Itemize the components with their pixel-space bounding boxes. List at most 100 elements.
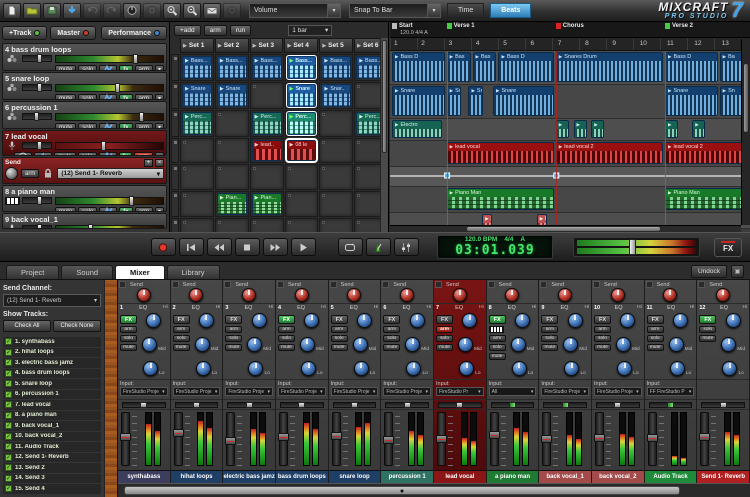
mute-button[interactable]: mute — [55, 207, 76, 212]
fx-button[interactable]: FX — [225, 315, 242, 324]
add-send-icon[interactable]: + — [144, 159, 153, 167]
send-channel-select[interactable]: (12) Send 1- Reverb▾ — [3, 294, 101, 307]
fx-button[interactable]: FX — [647, 315, 664, 324]
track-pan-slider[interactable] — [22, 113, 52, 120]
arm-button[interactable]: arm — [383, 326, 400, 333]
eq-mid-knob[interactable] — [300, 337, 315, 352]
mute-button[interactable]: mute — [489, 353, 506, 360]
track-check-item[interactable]: ✓14. Send 3 — [3, 474, 101, 484]
eq-lo-knob[interactable] — [722, 361, 737, 376]
eq-lo-knob[interactable] — [564, 361, 579, 376]
mute-button[interactable]: mute — [594, 344, 611, 351]
grid-clip[interactable]: ▶Bass... — [321, 56, 351, 79]
timeline-horizontal-scrollbar[interactable] — [390, 225, 741, 232]
row-stop-button[interactable] — [171, 110, 179, 137]
track-check-item[interactable]: ✓10. back vocal_2 — [3, 432, 101, 442]
snap-select[interactable]: Snap To Bar ▾ — [349, 3, 441, 18]
record-button[interactable] — [151, 238, 176, 256]
automation-icon[interactable] — [99, 152, 117, 156]
eq-mid-knob[interactable] — [511, 337, 526, 352]
checkbox-checked-icon[interactable]: ✓ — [5, 391, 12, 398]
grid-clip[interactable]: ▶Snare — [182, 84, 212, 107]
track-row[interactable]: 9 back vocal_1mutesolofxarm▾ — [2, 213, 167, 229]
fader-handle[interactable] — [699, 433, 710, 441]
eq-lo-knob[interactable] — [459, 361, 474, 376]
mail-icon[interactable] — [203, 3, 221, 19]
clip-slot[interactable] — [285, 164, 319, 190]
arm-button[interactable]: arm — [436, 326, 453, 333]
solo-button[interactable]: solo — [173, 335, 190, 342]
grid-clip[interactable]: ▶Snare — [287, 84, 317, 107]
track-volume-slider[interactable] — [55, 142, 164, 150]
ffwd-button[interactable] — [263, 238, 288, 256]
solo-button[interactable]: solo — [541, 335, 558, 342]
mute-button[interactable]: mute — [647, 344, 664, 351]
set-header[interactable]: ▶Set 4 — [284, 38, 318, 53]
track-row[interactable]: 6 percussion 1mutesolofxarm▾ — [2, 101, 167, 129]
clip-slot[interactable] — [180, 138, 214, 163]
timeline-clip[interactable]: ▶Snar — [468, 86, 482, 116]
volume-fader[interactable] — [437, 412, 446, 466]
volume-fader[interactable] — [700, 412, 709, 466]
arm-button[interactable]: arm — [594, 326, 611, 333]
solo-button[interactable]: solo — [594, 335, 611, 342]
clip-slot[interactable]: ▶Bass... — [285, 54, 319, 81]
send-track-row[interactable]: Send+×arm(12) Send 1- Reverb▾ — [2, 157, 167, 184]
volume-fader[interactable] — [332, 412, 341, 466]
tab-mixer[interactable]: Mixer — [115, 265, 165, 279]
prev-button[interactable] — [179, 238, 204, 256]
clip-slot[interactable] — [180, 164, 214, 190]
mute-button[interactable]: mute — [55, 123, 76, 129]
eq-lo-knob[interactable] — [248, 361, 263, 376]
checkbox-checked-icon[interactable]: ✓ — [5, 485, 12, 492]
track-check-item[interactable]: ✓1. synthabass — [3, 337, 101, 347]
master-fx-button[interactable]: FX — [714, 238, 742, 257]
metronome-button[interactable] — [366, 238, 391, 256]
fx-button[interactable]: FX — [173, 315, 190, 324]
eq-mid-knob[interactable] — [353, 337, 368, 352]
track-check-item[interactable]: ✓12. Send 1- Reverb — [3, 453, 101, 463]
timeline-clip[interactable]: ▶lead vocal 2 — [665, 142, 750, 164]
timeline-marker[interactable]: Verse 1 — [447, 23, 475, 29]
undock-grid-icon[interactable]: ▣ — [731, 265, 744, 278]
fx-button[interactable]: fx — [119, 123, 132, 129]
track-check-item[interactable]: ✓13. Send 2 — [3, 463, 101, 473]
fader-handle[interactable] — [120, 433, 131, 441]
track-row[interactable]: 7 lead vocalmutesolofxarm▾ — [2, 130, 167, 156]
volume-fader[interactable] — [121, 412, 130, 466]
grid-clip[interactable]: ▶Bass... — [182, 56, 212, 79]
timeline-clip[interactable]: ▶ — [591, 120, 604, 138]
track-check-item[interactable]: ✓4. bass drum loops — [3, 369, 101, 379]
timeline-marker[interactable]: Chorus — [556, 23, 584, 29]
checkbox-checked-icon[interactable]: ✓ — [5, 359, 12, 366]
send-knob[interactable] — [716, 288, 730, 302]
row-stop-button[interactable] — [171, 164, 179, 190]
timeline-clip[interactable]: ▶Snare — [392, 86, 445, 116]
row-stop-button[interactable] — [171, 54, 179, 81]
automation-icon[interactable] — [99, 94, 117, 100]
input-select[interactable]: FireStudio Proje▾ — [173, 387, 221, 396]
volume-select[interactable]: Volume ▾ — [249, 3, 341, 18]
arm-button[interactable]: arm — [541, 326, 558, 333]
play-button[interactable] — [291, 238, 316, 256]
mute-button[interactable]: mute — [331, 344, 348, 351]
track-pan-slider[interactable] — [22, 84, 52, 91]
arm-all-button[interactable]: arm — [204, 25, 227, 36]
beats-mode-button[interactable]: Beats — [490, 3, 531, 18]
arm-button[interactable]: arm — [489, 335, 506, 342]
chevron-down-icon[interactable]: ▾ — [155, 207, 164, 212]
checkbox-checked-icon[interactable]: ✓ — [5, 412, 12, 419]
eq-mid-knob[interactable] — [563, 337, 578, 352]
track-volume-slider[interactable] — [55, 84, 164, 92]
solo-button[interactable]: solo — [78, 65, 97, 71]
clip-slot[interactable]: ▶Pian... — [215, 191, 249, 217]
track-row[interactable]: 4 bass drum loopsmutesolofxarm▾ — [2, 43, 167, 71]
eq-hi-knob[interactable] — [620, 313, 635, 328]
zoom-out-icon[interactable] — [183, 3, 201, 19]
input-select[interactable]: FireStudio Pr▾ — [436, 387, 484, 396]
solo-button[interactable]: solo — [647, 335, 664, 342]
pan-slider[interactable] — [280, 402, 324, 408]
eq-hi-knob[interactable] — [462, 313, 477, 328]
eq-hi-knob[interactable] — [252, 313, 267, 328]
set-header[interactable]: ▶Set 3 — [250, 38, 284, 53]
